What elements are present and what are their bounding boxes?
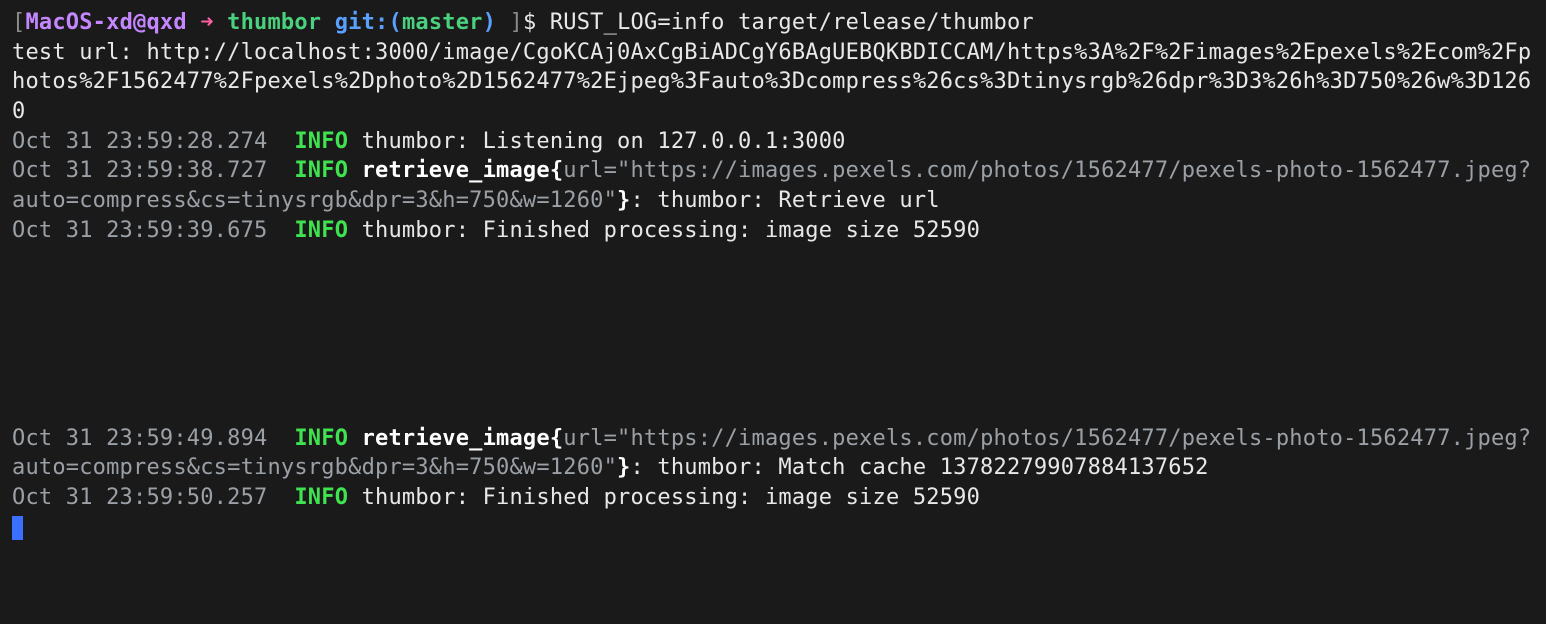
log-message: thumbor: Listening on 127.0.0.1:3000 — [348, 129, 845, 154]
log-span-name: retrieve_image{ — [348, 426, 563, 451]
log-timestamp: Oct 31 23:59:50.257 — [12, 485, 294, 510]
blank-line — [12, 305, 1534, 335]
prompt-user-host: MacOS-xd@qxd — [25, 10, 186, 35]
cursor-icon — [12, 516, 23, 540]
prompt-arrow-icon: ➜ — [187, 10, 227, 35]
git-label: git:( — [335, 10, 402, 35]
log-level: INFO — [294, 129, 348, 154]
log-span-name: retrieve_image{ — [348, 158, 563, 183]
log-level: INFO — [294, 158, 348, 183]
blank-line — [12, 246, 1534, 276]
log-message: : thumbor: Retrieve url — [630, 188, 939, 213]
log-message: thumbor: Finished processing: image size… — [348, 485, 980, 510]
log-level: INFO — [294, 485, 348, 510]
log-level: INFO — [294, 218, 348, 243]
prompt-cwd: thumbor — [227, 10, 335, 35]
blank-line — [12, 364, 1534, 394]
command-text: RUST_LOG=info target/release/thumbor — [550, 10, 1034, 35]
log-message: : thumbor: Match cache 13782279907884137… — [630, 455, 1208, 480]
log-timestamp: Oct 31 23:59:39.675 — [12, 218, 294, 243]
log-message: thumbor: Finished processing: image size… — [348, 218, 980, 243]
prompt-close-bracket: ] — [496, 10, 523, 35]
git-branch: master — [402, 10, 483, 35]
log-level: INFO — [294, 426, 348, 451]
log-span-close: } — [617, 455, 630, 480]
git-close: ) — [483, 10, 496, 35]
log-timestamp: Oct 31 23:59:38.727 — [12, 158, 294, 183]
log-span-close: } — [617, 188, 630, 213]
output-line-url: test url: http://localhost:3000/image/Cg… — [12, 40, 1531, 124]
terminal-output[interactable]: [MacOS-xd@qxd ➜ thumbor git:(master) ]$ … — [12, 8, 1534, 542]
prompt-dollar: $ — [523, 10, 550, 35]
log-timestamp: Oct 31 23:59:49.894 — [12, 426, 294, 451]
log-timestamp: Oct 31 23:59:28.274 — [12, 129, 294, 154]
prompt-open-bracket: [ — [12, 10, 25, 35]
